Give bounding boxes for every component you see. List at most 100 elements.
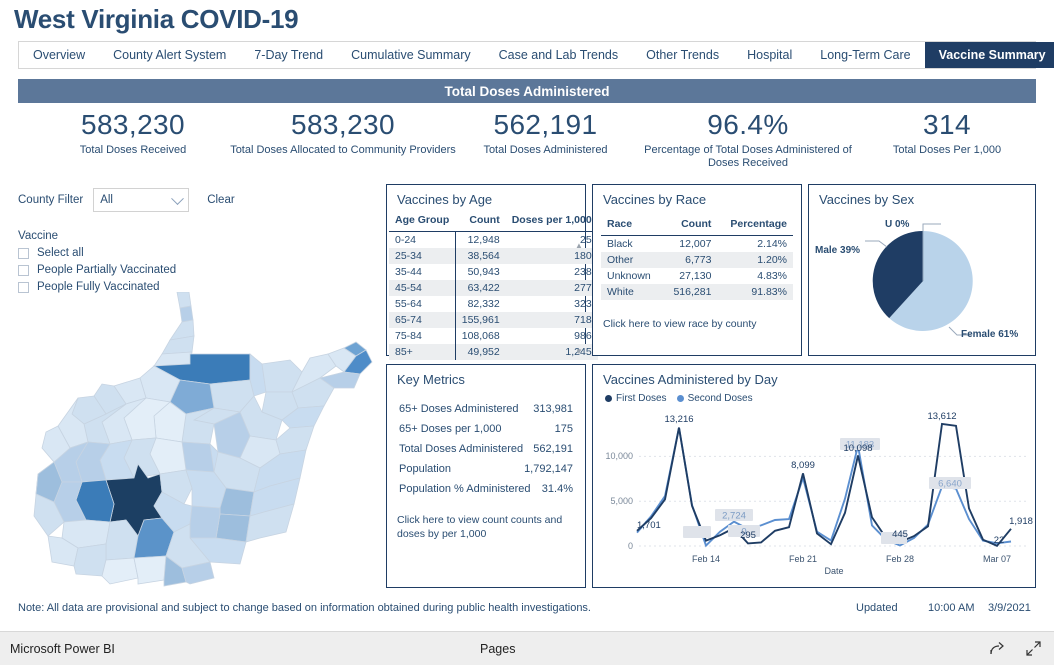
- table-row[interactable]: 65-74 155,961 718: [389, 312, 598, 328]
- key-metric-value: 562,191: [533, 443, 573, 455]
- checkbox-icon[interactable]: [18, 281, 29, 293]
- legend-item-first-doses[interactable]: First Doses: [605, 393, 667, 404]
- checkbox-label: People Partially Vaccinated: [37, 264, 177, 276]
- vaccines-by-day-title: Vaccines Administered by Day: [603, 372, 778, 387]
- county-filter-label: County Filter: [18, 194, 84, 206]
- key-metric-value: 31.4%: [541, 483, 573, 495]
- map-counties[interactable]: [33, 292, 373, 587]
- kpi-label: Total Doses Per 1,000: [892, 144, 1002, 156]
- key-metrics-title: Key Metrics: [397, 372, 465, 387]
- key-metric-row: Population % Administered 31.4%: [387, 479, 585, 499]
- column-header-count[interactable]: Count: [662, 215, 717, 236]
- cell-count: 50,943: [467, 266, 500, 278]
- svg-text:Feb 14: Feb 14: [692, 554, 720, 564]
- table-row[interactable]: 75-84 108,068 986: [389, 328, 598, 344]
- table-row[interactable]: Unknown 27,130 4.83%: [601, 268, 793, 284]
- vaccines-by-age-table[interactable]: Age Group Count Doses per 1,000 0-24 12,…: [389, 211, 598, 360]
- leader-line-male: [865, 240, 888, 248]
- kpi-total-doses-allocated: 583,230 Total Doses Allocated to Communi…: [208, 108, 478, 157]
- cell-age-group: 65-74: [389, 312, 456, 328]
- pages-button[interactable]: Pages: [480, 642, 515, 656]
- pie-svg[interactable]: [809, 211, 1037, 347]
- scroll-down-icon[interactable]: ▼: [575, 347, 583, 356]
- cell-percentage: 1.20%: [717, 252, 793, 268]
- column-header-count[interactable]: Count: [455, 211, 505, 232]
- cell-percentage: 4.83%: [757, 270, 787, 282]
- tab-county-alert-system[interactable]: County Alert System: [99, 42, 240, 68]
- checkbox-icon[interactable]: [18, 247, 29, 259]
- cell-doses-per-1000: 323: [574, 298, 592, 310]
- tab-other-trends[interactable]: Other Trends: [632, 42, 733, 68]
- tab-case-and-lab-trends[interactable]: Case and Lab Trends: [485, 42, 633, 68]
- vaccines-by-age-card: Vaccines by Age Age Group Count Doses pe…: [386, 184, 598, 360]
- pie-label-male: Male 39%: [815, 245, 861, 256]
- cell-count: 27,130: [679, 270, 712, 282]
- table-row[interactable]: 25-34 38,564 180: [389, 248, 598, 264]
- checkbox-select-all[interactable]: Select all: [18, 247, 378, 259]
- key-metrics-link[interactable]: Click here to view count counts and dose…: [387, 499, 585, 549]
- west-virginia-county-map[interactable]: [14, 292, 384, 588]
- chart-legend: First Doses Second Doses: [593, 391, 1035, 404]
- updated-date: 3/9/2021: [988, 602, 1031, 614]
- table-row[interactable]: 35-44 50,943 238: [389, 264, 598, 280]
- cell-race: White: [601, 284, 663, 300]
- column-header-age-group[interactable]: Age Group: [389, 211, 455, 232]
- vaccines-by-sex-title: Vaccines by Sex: [819, 192, 915, 207]
- kpi-doses-per-1000: 314 Total Doses Per 1,000: [858, 108, 1036, 157]
- pie-label-female: Female 61%: [961, 329, 1019, 340]
- vaccines-by-day-card: Vaccines Administered by Day First Doses…: [592, 364, 1036, 588]
- data-label: 10,098: [843, 443, 872, 454]
- column-header-race[interactable]: Race: [601, 215, 662, 236]
- fullscreen-icon[interactable]: [1025, 640, 1042, 657]
- age-table-scrollbar[interactable]: ▲ ▼: [575, 241, 583, 356]
- cell-count: 38,564: [455, 248, 506, 264]
- cell-count: 155,961: [455, 312, 506, 328]
- key-metrics-card: Key Metrics 65+ Doses Administered 313,9…: [386, 364, 586, 588]
- tab-hospital[interactable]: Hospital: [733, 42, 806, 68]
- cell-doses-per-1000: 238: [574, 266, 592, 278]
- cell-race: Other: [601, 252, 663, 268]
- tab-7-day-trend[interactable]: 7-Day Trend: [240, 42, 337, 68]
- tab-vaccine-summary[interactable]: Vaccine Summary: [924, 42, 1054, 68]
- key-metric-row: Total Doses Administered 562,191: [387, 439, 585, 459]
- line-chart-svg[interactable]: 0 5,000 10,000 Feb 14 Feb 21 Feb 28 Mar …: [593, 404, 1035, 576]
- leader-line-unknown: [922, 223, 941, 231]
- scroll-up-icon[interactable]: ▲: [575, 241, 583, 250]
- county-filter-value: All: [100, 194, 113, 206]
- share-icon[interactable]: [988, 640, 1005, 657]
- table-row[interactable]: 55-64 82,332 323: [389, 296, 598, 312]
- table-row[interactable]: 45-54 63,422 277: [389, 280, 598, 296]
- checkbox-people-partially-vaccinated[interactable]: People Partially Vaccinated: [18, 264, 378, 276]
- page-title: West Virginia COVID-19: [14, 4, 299, 34]
- cell-count: 12,007: [679, 238, 712, 250]
- column-header-doses-per-1000[interactable]: Doses per 1,000: [506, 211, 598, 232]
- tab-cumulative-summary[interactable]: Cumulative Summary: [337, 42, 484, 68]
- tab-long-term-care[interactable]: Long-Term Care: [806, 42, 924, 68]
- table-row[interactable]: Black 12,007 2.14%: [601, 236, 793, 253]
- vaccines-by-race-table[interactable]: Race Count Percentage Black 12,007 2.14%…: [601, 215, 793, 300]
- vaccines-by-sex-card: Vaccines by Sex Male 39% U 0% Female 61%: [808, 184, 1036, 356]
- checkbox-icon[interactable]: [18, 264, 29, 276]
- kpi-label: Total Doses Administered: [483, 144, 608, 156]
- cell-age-group: 75-84: [389, 328, 456, 344]
- key-metric-row: Population 1,792,147: [387, 459, 585, 479]
- table-row[interactable]: 85+ 49,952 1,245: [389, 344, 598, 360]
- tab-overview[interactable]: Overview: [19, 42, 99, 68]
- footer-note: Note: All data are provisional and subje…: [18, 602, 591, 614]
- table-row[interactable]: 0-24 12,948 25: [389, 231, 598, 248]
- table-row[interactable]: Other 6,773 1.20%: [601, 252, 793, 268]
- legend-item-second-doses[interactable]: Second Doses: [676, 393, 753, 404]
- county-filter-select[interactable]: All: [93, 188, 190, 212]
- race-by-county-link[interactable]: Click here to view race by county: [593, 300, 801, 338]
- vaccines-by-race-title: Vaccines by Race: [603, 192, 707, 207]
- main-tab-bar: Overview County Alert System 7-Day Trend…: [18, 41, 1054, 69]
- table-row[interactable]: White 516,281 91.83%: [601, 284, 793, 300]
- sex-pie-chart[interactable]: Male 39% U 0% Female 61%: [809, 211, 1035, 349]
- column-header-percentage[interactable]: Percentage: [717, 215, 793, 236]
- cell-count: 63,422: [455, 280, 506, 296]
- map-svg[interactable]: [14, 292, 384, 588]
- data-label: 6,640: [938, 479, 962, 490]
- data-label: 8,099: [791, 460, 815, 471]
- clear-filter-button[interactable]: Clear: [207, 194, 234, 206]
- cell-age-group: 25-34: [389, 248, 456, 264]
